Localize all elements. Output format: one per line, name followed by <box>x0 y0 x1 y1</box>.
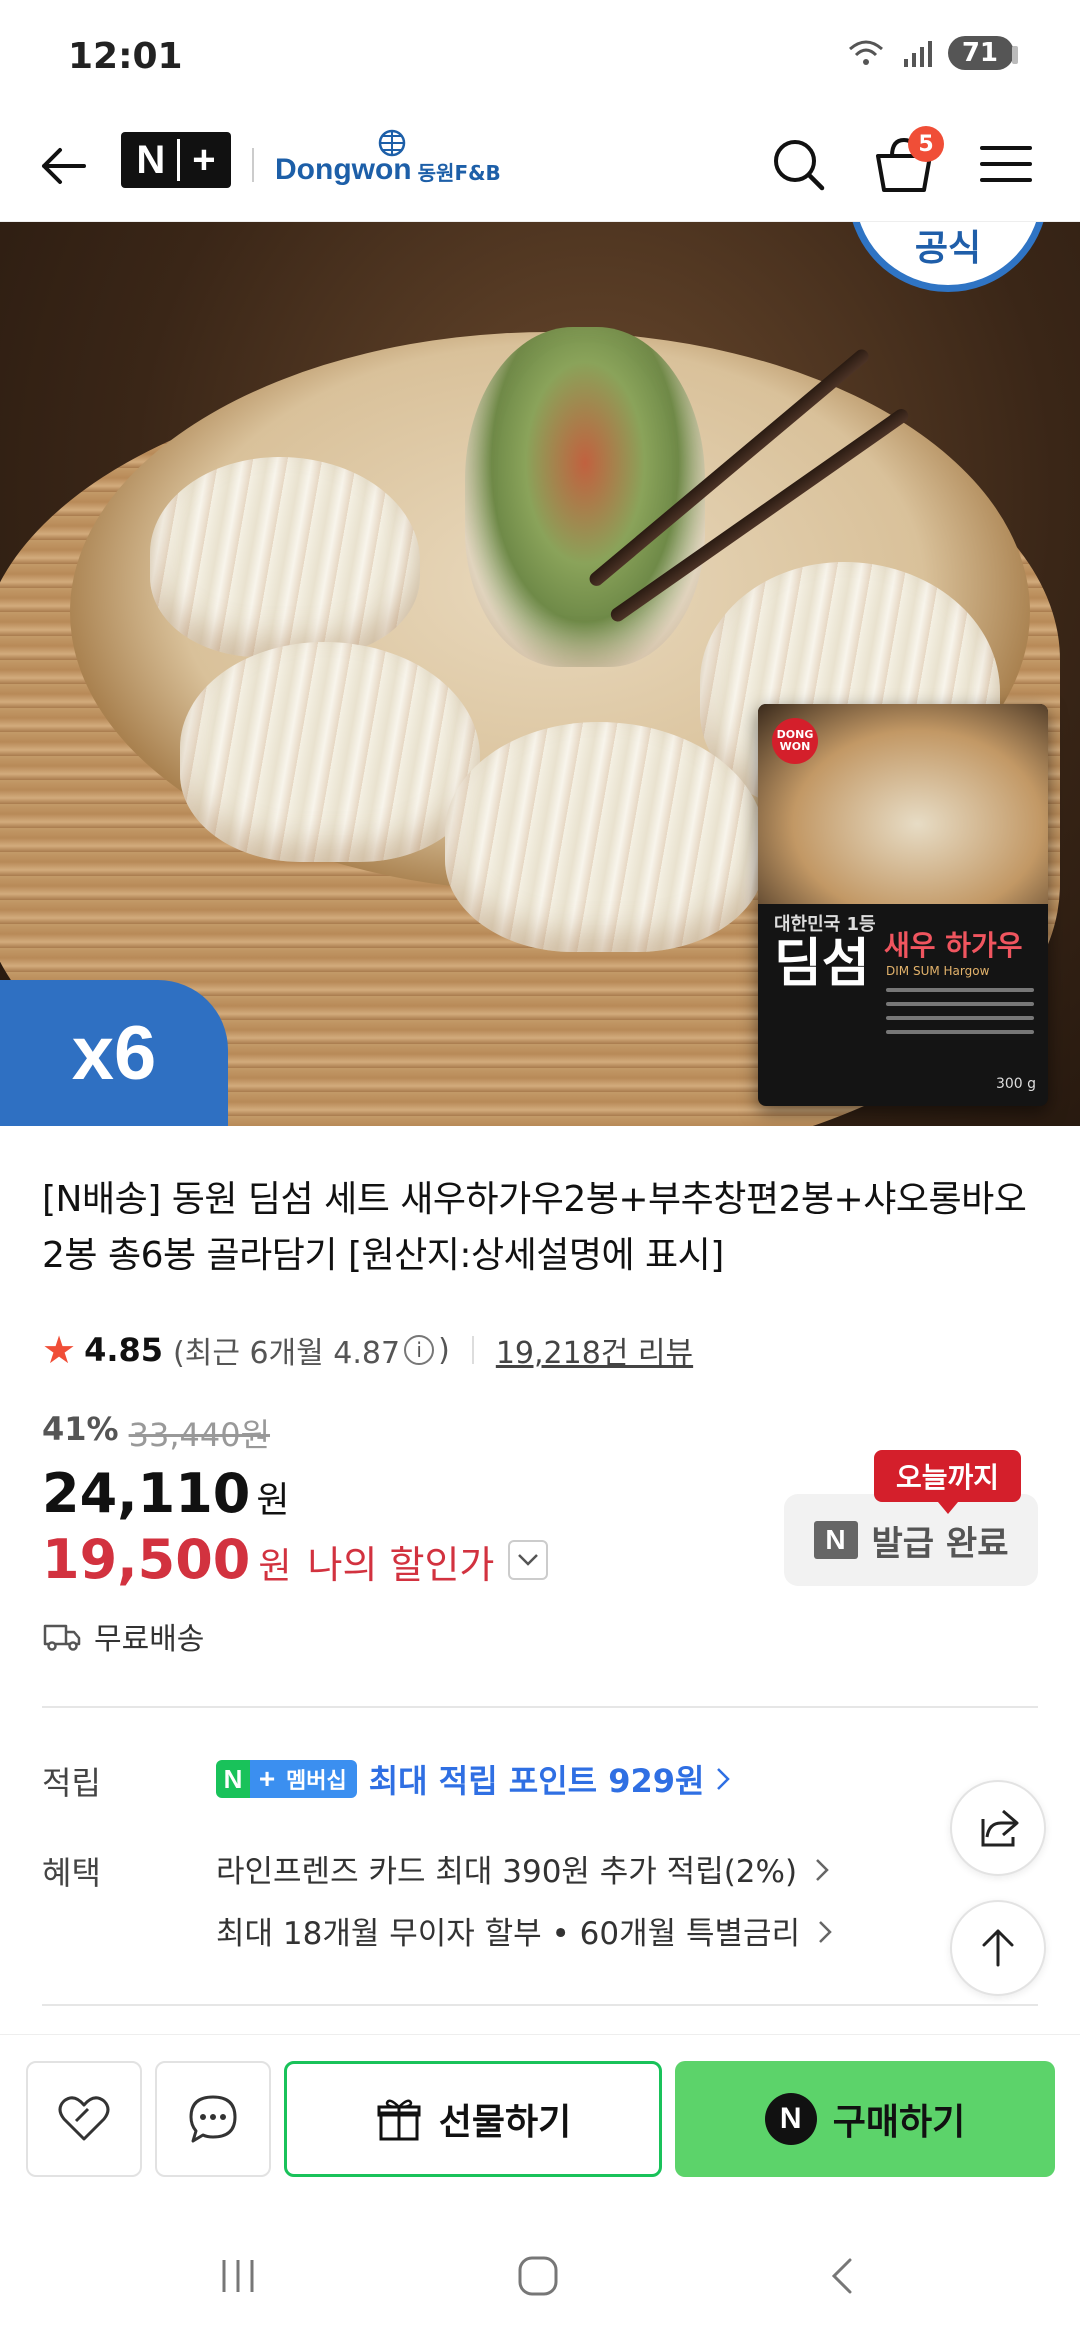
benefit-installment-link[interactable]: 최대 18개월 무이자 할부 • 60개월 특별금리 <box>216 1908 832 1953</box>
share-button[interactable] <box>950 1780 1046 1876</box>
recent-apps-icon <box>222 2260 254 2292</box>
package-weight: 300 g <box>995 1076 1036 1092</box>
divider <box>42 1706 1038 1708</box>
product-title: [N배송] 동원 딤섬 세트 새우하가우2봉+부추창편2봉+샤오롱바오2봉 총6… <box>42 1179 1027 1276</box>
product-hero-image[interactable]: 공식 DONG WON 대한민국 1등 딤섬 새우 하가우 DIM SUM Ha… <box>0 222 1080 1126</box>
cart-button[interactable]: 5 <box>868 126 944 202</box>
menu-button[interactable] <box>976 134 1036 194</box>
discount-row: 41% 33,440원 <box>42 1410 270 1456</box>
search-button[interactable] <box>764 130 834 200</box>
share-icon <box>981 1809 1019 1847</box>
truck-icon <box>43 1624 81 1651</box>
rating-row: ★ 4.85 (최근 6개월 4.87 i ) 19,218건 리뷰 <box>42 1328 694 1372</box>
package-brand: 딤섬 <box>774 934 870 994</box>
signal-icon <box>903 41 932 67</box>
package-product-en: DIM SUM Hargow <box>886 964 990 978</box>
bottom-action-bar: 선물하기 N 구매하기 <box>0 2034 1080 2210</box>
arrow-left-icon <box>42 148 86 184</box>
sale-price: 24,110 원 <box>42 1462 290 1525</box>
discount-percent: 41% <box>42 1410 119 1448</box>
dumpling-image <box>150 457 420 657</box>
hamburger-icon <box>980 146 1032 182</box>
back-button[interactable] <box>34 136 94 196</box>
app-header: N + Dongwon 동원F&B 5 <box>0 118 1080 222</box>
brand-divider <box>252 148 254 182</box>
search-icon <box>774 140 825 191</box>
points-text: 최대 적립 포인트 929원 <box>368 1762 705 1800</box>
like-button[interactable] <box>26 2061 142 2177</box>
chevron-right-icon <box>717 1768 731 1790</box>
benefit-label: 혜택 <box>42 1854 101 1892</box>
naver-n-icon: N <box>813 1521 858 1559</box>
chevron-right-icon <box>819 1921 832 1943</box>
wifi-icon <box>848 40 883 65</box>
status-icons: 71 <box>846 36 1019 70</box>
my-discount-price[interactable]: 19,500 원 나의 할인가 <box>42 1528 549 1591</box>
points-label: 적립 <box>42 1764 101 1802</box>
sale-price-value: 24,110 <box>42 1462 251 1525</box>
chevron-right-icon <box>816 1859 829 1881</box>
battery-indicator: 71 <box>947 36 1019 70</box>
naver-pay-icon: N <box>764 2093 817 2145</box>
home-button[interactable] <box>508 2246 568 2306</box>
heart-icon <box>58 2096 110 2141</box>
naver-plus-store-logo[interactable]: N + <box>121 132 231 188</box>
my-price-value: 19,500 <box>42 1528 251 1591</box>
cut-dumpling-image <box>465 327 705 667</box>
maker-logo: DONG WON <box>772 718 818 764</box>
chevron-down-icon[interactable] <box>508 1539 549 1580</box>
review-count-link[interactable]: 19,218건 리뷰 <box>496 1328 693 1372</box>
chevron-left-icon <box>831 2258 852 2294</box>
buy-button-label: 구매하기 <box>832 2102 966 2143</box>
benefit-card-link[interactable]: 라인프렌즈 카드 최대 390원 추가 적립(2%) <box>216 1846 829 1891</box>
package-line: 대한민국 1등 <box>774 914 876 935</box>
scroll-top-button[interactable] <box>950 1900 1046 1996</box>
home-icon <box>518 2256 558 2296</box>
buy-button[interactable]: N 구매하기 <box>675 2061 1055 2177</box>
quantity-badge: x6 <box>0 980 228 1126</box>
coupon-button-label: 발급 완료 <box>871 1523 1009 1564</box>
official-badge: 공식 <box>848 222 1048 292</box>
brand-logo[interactable]: Dongwon 동원F&B <box>275 129 501 190</box>
status-bar: 12:01 71 <box>0 0 1080 118</box>
gift-icon <box>377 2099 421 2141</box>
rating-score: 4.85 <box>84 1331 164 1369</box>
talk-button[interactable] <box>155 2061 271 2177</box>
product-package-image: DONG WON 대한민국 1등 딤섬 새우 하가우 DIM SUM Hargo… <box>758 704 1048 1106</box>
info-icon[interactable]: i <box>404 1335 435 1365</box>
naver-plus-membership-badge: N + 멤버십 <box>216 1760 357 1798</box>
rating-recent: (최근 6개월 4.87 <box>173 1336 401 1371</box>
arrow-up-icon <box>982 1929 1014 1967</box>
system-nav-bar <box>0 2210 1080 2340</box>
brand-sub: 동원F&B <box>417 161 501 185</box>
gift-button-label: 선물하기 <box>438 2102 572 2143</box>
recent-apps-button[interactable] <box>208 2246 268 2306</box>
my-price-label: 나의 할인가 <box>307 1543 495 1587</box>
original-price: 33,440원 <box>128 1416 271 1454</box>
chat-icon <box>189 2095 237 2143</box>
shipping-label: 무료배송 <box>94 1622 205 1657</box>
package-product-name: 새우 하가우 <box>884 929 1023 962</box>
divider <box>42 2004 1038 2006</box>
shipping-info: 무료배송 <box>42 1614 204 1658</box>
cart-count-badge: 5 <box>908 126 944 162</box>
status-time: 12:01 <box>68 36 183 77</box>
points-row[interactable]: N + 멤버십 최대 적립 포인트 929원 <box>216 1756 731 1802</box>
star-icon: ★ <box>42 1328 77 1372</box>
coupon-deadline-tag: 오늘까지 <box>874 1450 1022 1514</box>
coupon-button[interactable]: N 발급 완료 <box>784 1494 1038 1586</box>
system-back-button[interactable] <box>812 2246 872 2306</box>
gift-button[interactable]: 선물하기 <box>284 2061 662 2177</box>
brand-globe-icon <box>378 129 406 157</box>
